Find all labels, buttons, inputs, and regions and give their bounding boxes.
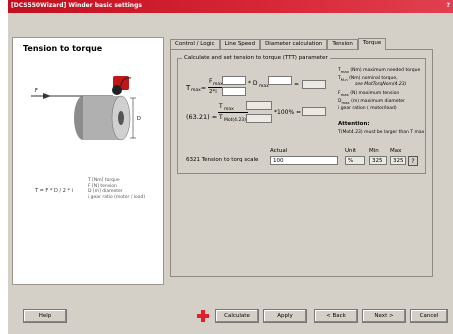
def-tmax: Tmax (Nm) maximum needed torque — [338, 68, 421, 74]
eq2-lhs: (63.21) = — [186, 113, 218, 121]
illustration-panel: Tension to torque F D T [Nm] torque F [N… — [12, 37, 164, 285]
title-bar: [DCS550Wizard] Winder basic settings ? — [8, 0, 453, 13]
param-help-button[interactable]: ? — [408, 156, 418, 166]
winder-diagram-icon: F D — [31, 76, 141, 141]
symbol-legend: T [Nm] torque F [N] tension D [m] diamet… — [88, 178, 145, 200]
tab-torque[interactable]: Torque — [357, 38, 387, 50]
eq1-times: * D — [248, 80, 258, 87]
param-min: 325 — [369, 156, 387, 165]
dmax-input[interactable] — [268, 76, 292, 85]
eq1-fraction-bar — [208, 87, 222, 88]
window-title: [DCS550Wizard] Winder basic settings — [11, 2, 142, 9]
ttt-result-field — [302, 107, 326, 116]
col-unit: Unit — [345, 148, 357, 154]
tmax-readout-field — [246, 101, 272, 110]
diagram-diameter-label: D — [137, 116, 141, 122]
eq1-equals: = — [201, 85, 207, 92]
eq1-denominator: 2*i — [209, 89, 217, 95]
param-actual-input[interactable]: 100 — [270, 156, 338, 165]
def-dmax: Dmax (m) maximum diameter — [338, 99, 405, 105]
col-actual: Actual — [270, 148, 288, 154]
cancel-button[interactable]: Cancel — [410, 309, 448, 323]
param-unit: % — [345, 156, 365, 165]
col-min: Min — [369, 148, 379, 154]
eq2-tail: *100% = — [274, 109, 302, 116]
attention-text: T(Mot4.23) must be larger than T max — [338, 130, 425, 135]
param-name: 6321 Tension to torq scale — [186, 157, 259, 163]
eq2-denominator-sub: Mot(4.23) — [224, 118, 246, 123]
def-fmax: Fmax (N) maximum tension — [338, 91, 400, 97]
eq1-equals-2: = — [294, 81, 300, 88]
help-button[interactable]: Help — [23, 309, 67, 323]
eq2-fraction-bar — [218, 112, 248, 113]
eq1-numerator: F — [209, 78, 213, 85]
eq1-lhs-sub: max — [191, 88, 201, 93]
diagram-force-label: F — [35, 88, 38, 94]
col-max: Max — [390, 148, 402, 154]
tmax-result-field — [302, 80, 326, 89]
torque-formula: T = F * D / 2 * i — [35, 188, 73, 194]
def-tmn-extra: see MotTorqNom(4.23) — [355, 82, 407, 87]
fmax-input[interactable] — [222, 76, 246, 85]
legend-line: i gear ratio (motor / load) — [88, 194, 146, 200]
param-max: 325 — [390, 156, 406, 165]
panel-heading: Tension to torque — [23, 44, 103, 53]
gear-ratio-input[interactable] — [222, 87, 246, 96]
group-title: Calculate and set tension to torque (TTT… — [182, 55, 330, 61]
eq2-numerator: T — [219, 103, 223, 110]
next-button[interactable]: Next > — [362, 309, 406, 323]
help-question-icon[interactable]: ? — [447, 2, 450, 9]
back-button[interactable]: < Back — [314, 309, 358, 323]
calculator-icon[interactable] — [196, 309, 210, 323]
tmot-readout-field — [246, 114, 272, 123]
def-tmn: TM-n (Nm) nominal torque, — [338, 76, 398, 82]
calculate-button[interactable]: Calculate — [215, 309, 259, 323]
def-gear: i gear ration ( motor/load) — [338, 106, 397, 111]
attention-title: Attention: — [338, 121, 370, 127]
eq2-denominator: T — [219, 114, 223, 121]
eq1-lhs: T — [186, 84, 191, 92]
apply-button[interactable]: Apply — [263, 309, 307, 323]
